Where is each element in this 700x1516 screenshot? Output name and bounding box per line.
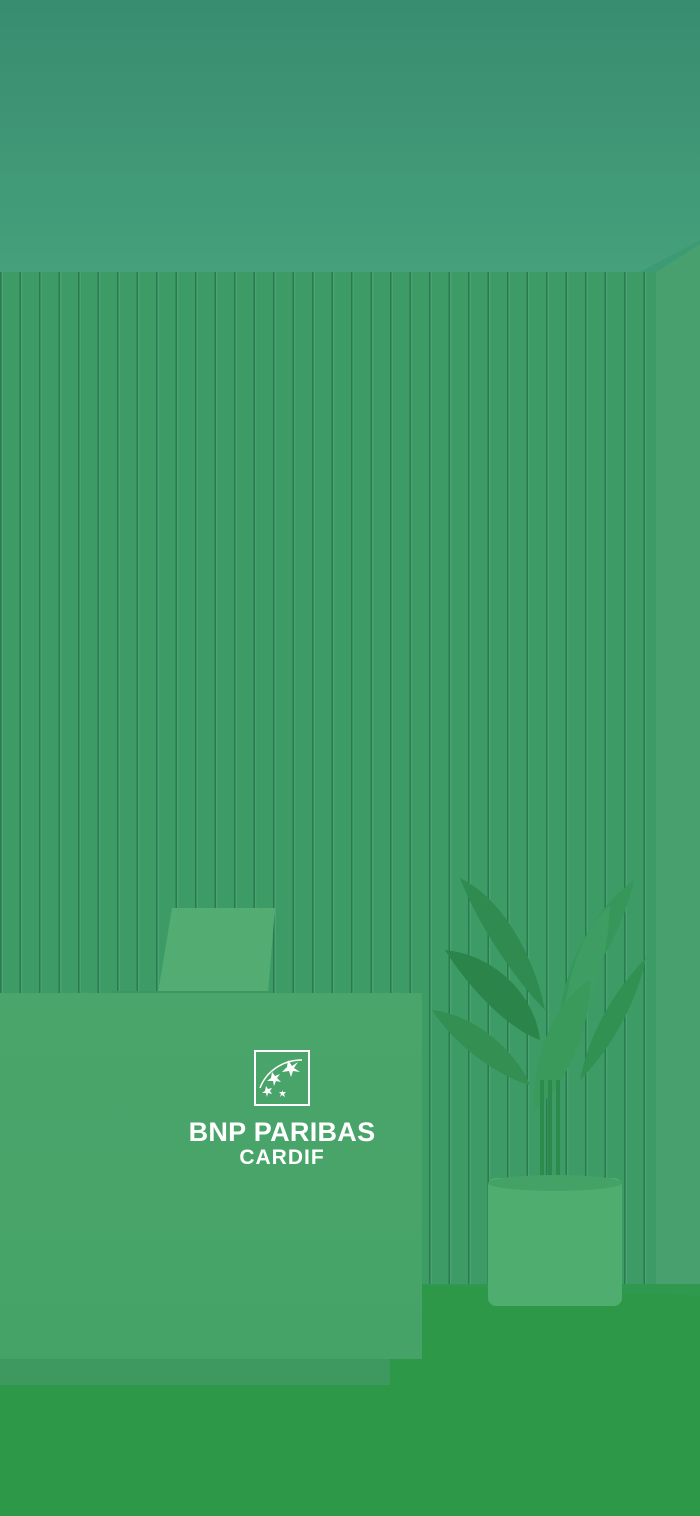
side-wall — [656, 244, 700, 1296]
planter — [488, 1178, 622, 1306]
brand-subname: CARDIF — [239, 1146, 325, 1169]
background-scene — [0, 0, 700, 1516]
reception-desk — [0, 993, 422, 1359]
bnp-stars-logo-icon — [254, 1050, 310, 1106]
ceiling — [0, 0, 700, 272]
laptop — [158, 908, 275, 993]
brand-name: BNP PARIBAS — [188, 1117, 376, 1147]
splash-screen: BNP PARIBAS CARDIF — [0, 0, 700, 1516]
brand-logo: BNP PARIBAS CARDIF — [170, 1050, 394, 1170]
